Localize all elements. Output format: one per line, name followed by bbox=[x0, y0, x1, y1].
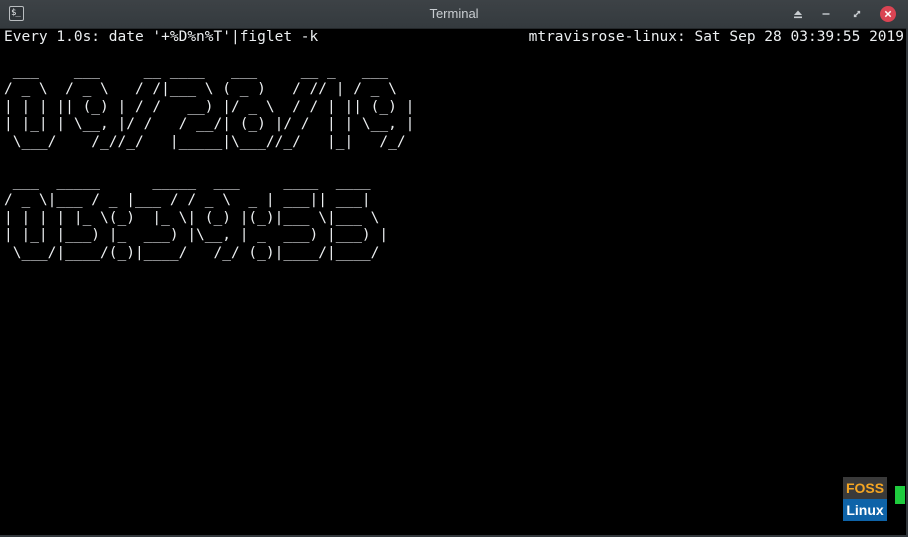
close-button[interactable] bbox=[879, 5, 897, 23]
watermark-linux-text: Linux bbox=[843, 499, 887, 521]
minimize-button[interactable] bbox=[817, 5, 835, 23]
watch-host-timestamp: mtravisrose-linux: Sat Sep 28 03:39:55 2… bbox=[528, 29, 904, 45]
terminal-window: $_ Terminal Every 1.0s: date '+%D%n%T'|f… bbox=[0, 0, 908, 537]
title-bar[interactable]: $_ Terminal bbox=[0, 0, 908, 29]
terminal-cursor bbox=[895, 486, 905, 504]
minimize-icon bbox=[822, 13, 830, 15]
close-icon bbox=[884, 10, 892, 18]
keep-above-button[interactable] bbox=[789, 5, 807, 23]
watch-command-header: Every 1.0s: date '+%D%n%T'|figlet -k bbox=[4, 29, 319, 45]
figlet-date-output: ___ ___ __ ____ ___ __ _ ___ / _ \ / _ \… bbox=[4, 63, 415, 151]
figlet-time-output: ___ _____ _____ ___ ____ ____ / _ \|___ … bbox=[4, 174, 389, 262]
watermark-foss-text: FOSS bbox=[843, 477, 887, 499]
terminal-output-area[interactable]: Every 1.0s: date '+%D%n%T'|figlet -k mtr… bbox=[0, 29, 908, 537]
fosslinux-watermark-logo: FOSS Linux bbox=[843, 477, 887, 521]
eject-icon bbox=[794, 10, 802, 19]
restore-icon bbox=[853, 10, 861, 18]
window-title: Terminal bbox=[429, 6, 479, 21]
maximize-button[interactable] bbox=[848, 5, 866, 23]
